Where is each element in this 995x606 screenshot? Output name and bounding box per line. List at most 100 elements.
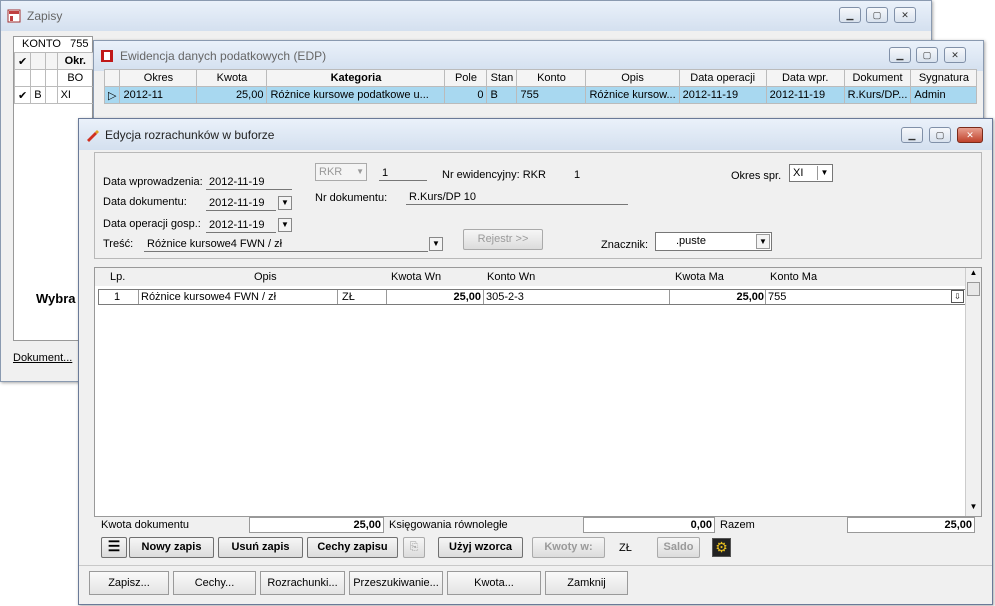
check-header: ✔ [13,52,32,70]
col-data-operacji[interactable]: Data operacji [678,69,767,87]
data-operacji-label: Data operacji gosp.: [103,218,201,230]
zapisy-app-icon [7,9,21,23]
col-sygnatura[interactable]: Sygnatura [910,69,978,87]
rozrachunki-button[interactable]: Rozrachunki... [260,571,345,595]
data-operacji-field[interactable]: 2012-11-19 [206,218,276,233]
data-wprowadzenia-label: Data wprowadzenia: [103,176,203,188]
tresc-dropdown-icon[interactable]: ▼ [429,237,443,251]
kwoty-w-button[interactable]: Kwoty w: [532,537,605,558]
tresc-label: Treść: [103,238,134,250]
minimize-button[interactable]: ▁ [901,127,923,143]
edp-table: Okres Kwota Kategoria Pole Stan Konto Op… [103,69,978,104]
konto-ma-input[interactable]: 755 [768,291,786,303]
kwota-dokumentu-field[interactable]: 25,00 [249,517,384,533]
grid-header: Lp. Opis Kwota Wn Konto Wn Kwota Ma Kont… [95,268,965,286]
kwota-wn-header: Kwota Wn [391,271,442,283]
okres-spr-select[interactable]: XI ▼ [789,164,833,182]
data-wprowadzenia-field[interactable]: 2012-11-19 [206,175,292,190]
tresc-field[interactable]: Różnice kursowe4 FWN / zł [144,237,428,252]
rejestr-button[interactable]: Rejestr >> [463,229,543,250]
zamknij-button[interactable]: Zamknij [545,571,628,595]
usun-zapis-button[interactable]: Usuń zapis [218,537,303,558]
divider [79,565,992,566]
nr-ewidencyjny-label: Nr ewidencyjny: [442,169,520,181]
minimize-button[interactable]: ▁ [889,47,911,63]
znacznik-label: Znacznik: [601,239,649,251]
close-button[interactable]: ✕ [944,47,966,63]
edycja-window: Edycja rozrachunków w buforze ▁ ▢ ✕ Data… [78,118,993,605]
maximize-button[interactable]: ▢ [929,127,951,143]
edp-app-icon [100,49,114,63]
edp-title: Ewidencja danych podatkowych (EDP) [120,49,327,63]
table-row[interactable]: 1 Różnice kursowe4 FWN / zł ZŁ 25,00 305… [98,289,967,305]
menu-lines-icon[interactable]: ☰ [101,537,127,558]
col-data-wpr[interactable]: Data wpr. [765,69,845,87]
data-operacji-dropdown-icon[interactable]: ▼ [278,218,292,232]
maximize-button[interactable]: ▢ [866,7,888,23]
rkr-number-field[interactable]: 1 [379,166,427,181]
table-row[interactable]: ▷ 2012-11 25,00 Różnice kursowe podatkow… [103,86,978,104]
uzyj-wzorca-button[interactable]: Użyj wzorca [438,537,523,558]
przeszukiwanie-button[interactable]: Przeszukiwanie... [349,571,443,595]
document-icon[interactable]: ⎘ [403,537,425,558]
dokument-button[interactable]: Dokument... [13,349,79,370]
minimize-button[interactable]: ▁ [839,7,861,23]
zapisy-titlebar: Zapisy [1,1,931,31]
rkr-select[interactable]: RKR ▼ [315,163,367,181]
znacznik-select[interactable]: .puste ▼ [655,232,772,251]
ksiegowania-rownolegle-field[interactable]: 0,00 [583,517,715,533]
lp-header: Lp. [110,271,126,283]
nr-ewidencyjny-number: 1 [574,169,581,181]
data-dokumentu-field[interactable]: 2012-11-19 [206,196,276,211]
cechy-zapisu-button[interactable]: Cechy zapisu [307,537,398,558]
settings-gear-icon[interactable]: ⚙ [712,538,731,557]
pencil-icon [85,128,99,142]
row-pointer-icon: ▷ [103,86,121,104]
edp-titlebar: Ewidencja danych podatkowych (EDP) [94,41,983,71]
konto-ma-header: Konto Ma [770,271,818,283]
nr-ewidencyjny-value: RKR [522,169,546,181]
opis-header: Opis [254,271,277,283]
nr-dokumentu-field[interactable]: R.Kurs/DP 10 [406,190,628,205]
konto-label: KONTO [22,38,61,50]
col-kwota[interactable]: Kwota [196,69,268,87]
razem-field[interactable]: 25,00 [847,517,975,533]
edycja-titlebar: Edycja rozrachunków w buforze [79,119,992,150]
konto-picker-icon[interactable]: ⇩ [951,290,964,303]
zapisz-button[interactable]: Zapisz... [89,571,169,595]
close-button[interactable]: ✕ [957,127,983,143]
maximize-button[interactable]: ▢ [916,47,938,63]
col-dokument[interactable]: Dokument [843,69,912,87]
table-row[interactable]: ✔ B XI [13,86,95,104]
rkr-dropdown-icon: ▼ [356,167,364,176]
scroll-down-icon[interactable]: ▼ [966,502,981,516]
grid-scrollbar[interactable]: ▲ ▼ [965,268,981,516]
data-dokumentu-dropdown-icon[interactable]: ▼ [278,196,292,210]
col-pole[interactable]: Pole [444,69,488,87]
cechy-button[interactable]: Cechy... [173,571,256,595]
konto-value: 755 [70,38,89,50]
okres-spr-label: Okres spr. [731,170,782,182]
nowy-zapis-button[interactable]: Nowy zapis [129,537,214,558]
saldo-button[interactable]: Saldo [657,537,700,558]
col-opis[interactable]: Opis [585,69,680,87]
kwota-dokumentu-label: Kwota dokumentu [101,519,190,531]
scroll-up-icon[interactable]: ▲ [966,268,981,282]
ksiegowania-rownolegle-label: Księgowania równoległe [389,519,508,531]
kwota-button[interactable]: Kwota... [447,571,541,595]
razem-label: Razem [720,519,755,531]
table-row[interactable]: BO [13,69,95,87]
col-konto[interactable]: Konto [516,69,587,87]
zapisy-title: Zapisy [27,9,63,23]
col-stan[interactable]: Stan [486,69,518,87]
scroll-thumb[interactable] [967,282,980,296]
col-kategoria[interactable]: Kategoria [266,69,446,87]
data-dokumentu-label: Data dokumentu: [103,196,187,208]
edycja-title: Edycja rozrachunków w buforze [105,127,275,142]
edp-window: Ewidencja danych podatkowych (EDP) ▁ ▢ ✕… [93,40,984,130]
close-button[interactable]: ✕ [894,7,916,23]
konto-wn-header: Konto Wn [487,271,536,283]
col-okres[interactable]: Okres [119,69,198,87]
nr-dokumentu-label: Nr dokumentu: [315,192,388,204]
okres-spr-dropdown-icon: ▼ [817,166,831,180]
